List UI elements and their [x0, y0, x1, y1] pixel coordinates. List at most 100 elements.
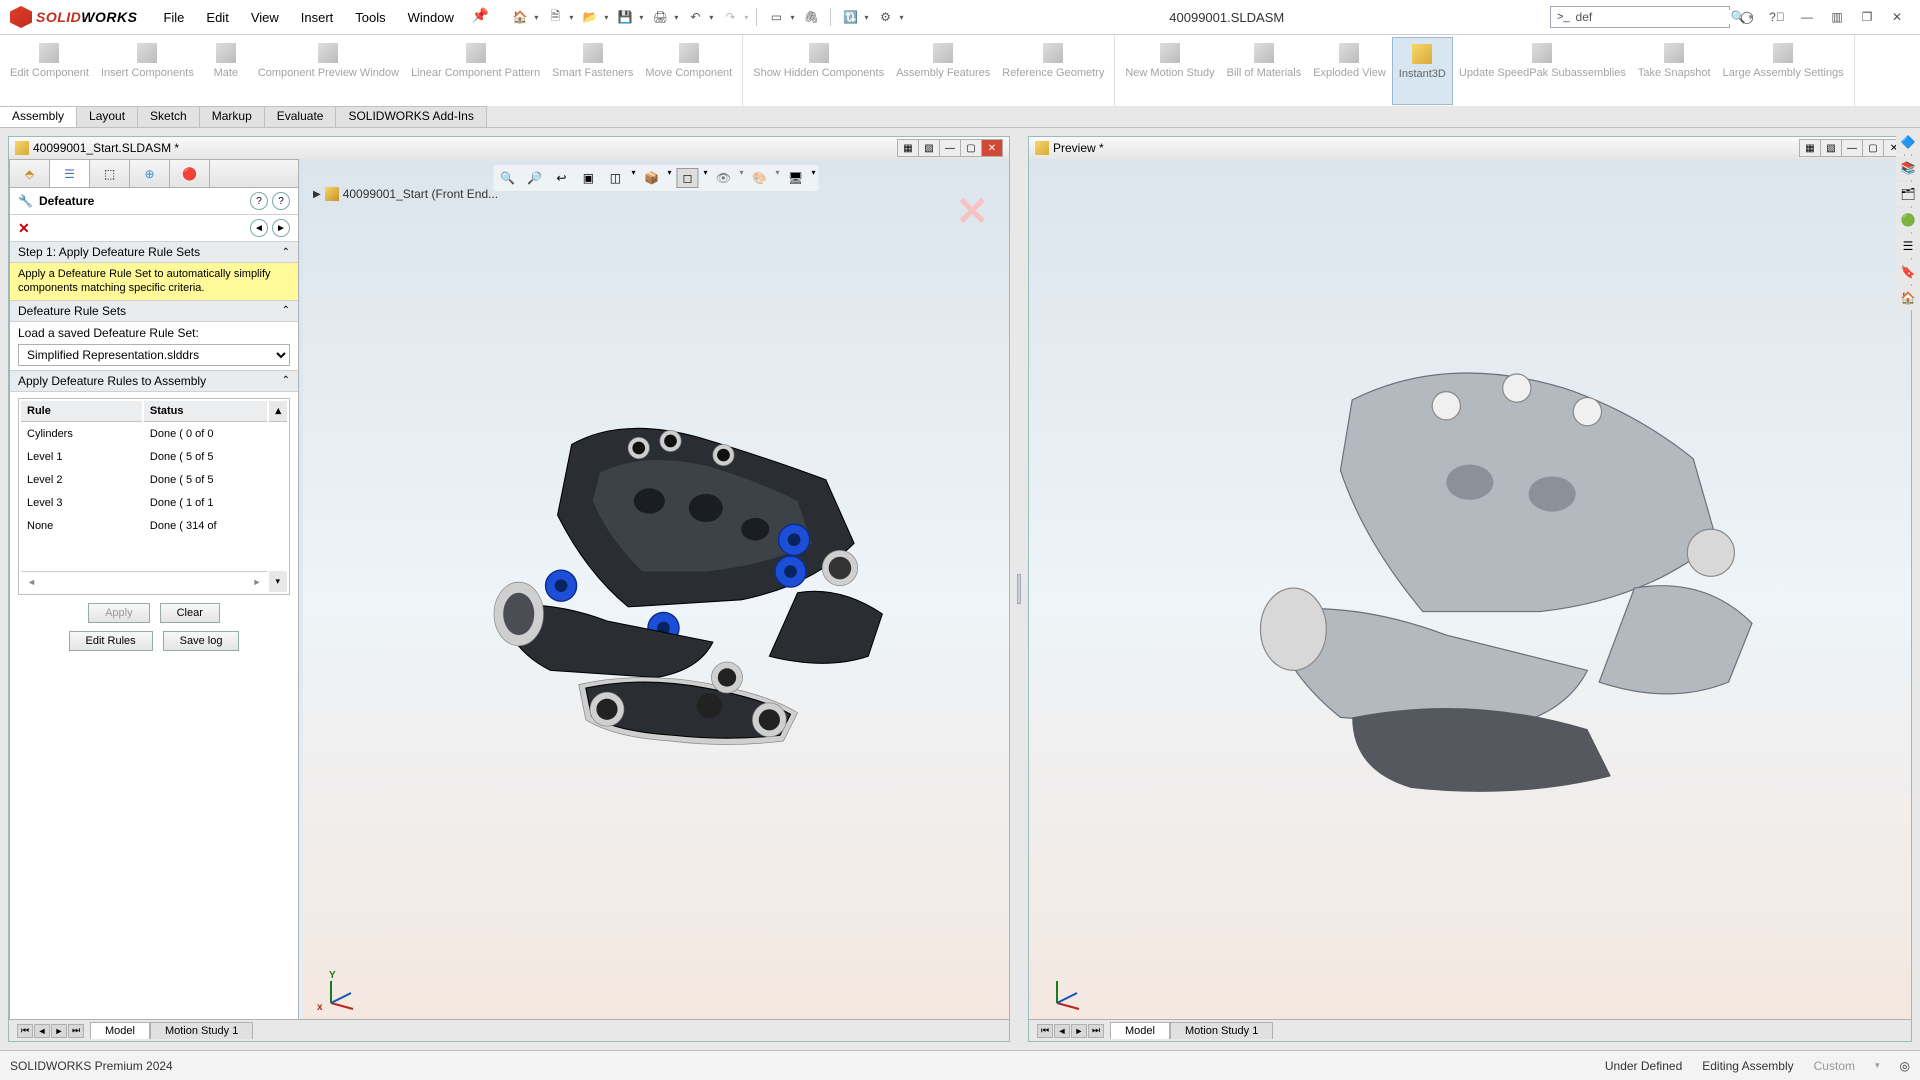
clear-button[interactable]: Clear [160, 603, 220, 623]
minimize-icon[interactable]: — [1794, 4, 1820, 30]
tp-view-palette-icon[interactable]: 🟢 [1896, 208, 1920, 232]
new-icon[interactable]: 🗎 [544, 6, 566, 28]
step-header[interactable]: Step 1: Apply Defeature Rule Sets⌃ [10, 241, 298, 263]
ruleset-select[interactable]: Simplified Representation.slddrs [18, 344, 290, 366]
status-units[interactable]: Custom [1814, 1059, 1855, 1073]
main-window-titlebar[interactable]: 40099001_Start.SLDASM * ▦ ▧ — ▢ ✕ [9, 137, 1009, 159]
options-icon[interactable]: ⚙ [874, 6, 896, 28]
bt-next-icon[interactable]: ► [51, 1024, 67, 1038]
open-icon[interactable]: 📂 [579, 6, 601, 28]
clip-icon[interactable]: 🖇 [800, 6, 822, 28]
redo-icon[interactable]: ↷ [719, 6, 741, 28]
cmd-take-snapshot[interactable]: Take Snapshot [1632, 37, 1717, 105]
push-pin-icon[interactable]: 📌 [472, 7, 489, 28]
tab-addins[interactable]: SOLIDWORKS Add-Ins [336, 106, 486, 127]
tp-appearances-icon[interactable]: ☰ [1896, 234, 1920, 258]
preview-tab-motion[interactable]: Motion Study 1 [1170, 1022, 1273, 1039]
hscroll-left-icon[interactable]: ◄ [27, 577, 36, 587]
pv-arrange-icon[interactable]: ▦ [1799, 139, 1821, 157]
home-icon[interactable]: 🏠 [509, 6, 531, 28]
pv-min-icon[interactable]: — [1841, 139, 1863, 157]
menu-view[interactable]: View [241, 7, 289, 28]
tile-h-icon[interactable]: ▥ [1824, 4, 1850, 30]
tab-layout[interactable]: Layout [77, 106, 138, 127]
pv-max-icon[interactable]: ▢ [1862, 139, 1884, 157]
win-min-icon[interactable]: — [939, 139, 961, 157]
bt-first-icon[interactable]: ⏮ [17, 1024, 33, 1038]
next-step-icon[interactable]: ► [272, 219, 290, 237]
pbt-prev-icon[interactable]: ◄ [1054, 1024, 1070, 1038]
prev-step-icon[interactable]: ◄ [250, 219, 268, 237]
command-search[interactable]: >_ 🔍 ▾ [1550, 6, 1730, 28]
select-icon[interactable]: ▭ [765, 6, 787, 28]
menu-insert[interactable]: Insert [291, 7, 344, 28]
panel-help-icon[interactable]: ? [272, 192, 290, 210]
cmd-move-component[interactable]: Move Component [639, 37, 738, 105]
col-status[interactable]: Status [144, 401, 268, 422]
preview-viewport[interactable] [1029, 159, 1911, 1041]
preview-tab-model[interactable]: Model [1110, 1022, 1170, 1039]
cmd-component-preview[interactable]: Component Preview Window [252, 37, 405, 105]
preview-render[interactable] [1029, 159, 1911, 1041]
cmd-edit-component[interactable]: Edit Component [4, 37, 95, 105]
undo-icon[interactable]: ↶ [684, 6, 706, 28]
cmd-reference-geometry[interactable]: Reference Geometry [996, 37, 1110, 105]
table-scroll-up-icon[interactable]: ▴ [269, 401, 287, 422]
menu-window[interactable]: Window [398, 7, 464, 28]
status-isolate-icon[interactable]: ◎ [1900, 1059, 1910, 1073]
cmd-new-motion-study[interactable]: New Motion Study [1119, 37, 1220, 105]
pbt-last-icon[interactable]: ⏭ [1088, 1024, 1104, 1038]
col-rule[interactable]: Rule [21, 401, 142, 422]
main-viewport[interactable]: ▶ 40099001_Start (Front End... ✕ 🔍 🔎 ↩ ▣… [303, 159, 1009, 1041]
cmd-assembly-features[interactable]: Assembly Features [890, 37, 996, 105]
cmd-exploded-view[interactable]: Exploded View [1307, 37, 1392, 105]
win-max-icon[interactable]: ▢ [960, 139, 982, 157]
cmd-large-assembly[interactable]: Large Assembly Settings [1717, 37, 1850, 105]
bottom-tab-model[interactable]: Model [90, 1022, 150, 1039]
rebuild-icon[interactable]: 🔃 [839, 6, 861, 28]
hscroll-right-icon[interactable]: ► [253, 577, 262, 587]
cancel-icon[interactable]: ✕ [18, 220, 30, 237]
search-input[interactable] [1576, 10, 1731, 24]
fm-tab-prop[interactable]: ☰ [50, 160, 90, 187]
model-render[interactable] [303, 159, 1009, 1041]
tab-assembly[interactable]: Assembly [0, 106, 77, 127]
tp-file-explorer-icon[interactable]: 🗂 [1896, 182, 1920, 206]
fm-tab-dim[interactable]: ⊕ [130, 160, 170, 187]
win-close-icon[interactable]: ✕ [981, 139, 1003, 157]
tab-evaluate[interactable]: Evaluate [265, 106, 337, 127]
help-icon[interactable]: ?⃝ [1764, 4, 1790, 30]
tp-resources-icon[interactable]: 🔷 [1896, 130, 1920, 154]
menu-file[interactable]: File [153, 7, 194, 28]
close-icon[interactable]: ✕ [1884, 4, 1910, 30]
pbt-first-icon[interactable]: ⏮ [1037, 1024, 1053, 1038]
tab-sketch[interactable]: Sketch [138, 106, 200, 127]
cmd-mate[interactable]: Mate [200, 37, 252, 105]
fm-tab-tree[interactable]: ⬘ [10, 160, 50, 187]
apply-header[interactable]: Apply Defeature Rules to Assembly⌃ [10, 370, 298, 392]
menu-tools[interactable]: Tools [345, 7, 395, 28]
cmd-update-speedpak[interactable]: Update SpeedPak Subassemblies [1453, 37, 1632, 105]
pbt-next-icon[interactable]: ► [1071, 1024, 1087, 1038]
cmd-show-hidden[interactable]: Show Hidden Components [747, 37, 890, 105]
preview-triad[interactable] [1049, 971, 1089, 1011]
restore-icon[interactable]: ❐ [1854, 4, 1880, 30]
splitter[interactable] [1016, 136, 1022, 1042]
cmd-linear-pattern[interactable]: Linear Component Pattern [405, 37, 546, 105]
panel-back-help-icon[interactable]: ? [250, 192, 268, 210]
win-newwin-icon[interactable]: ▧ [918, 139, 940, 157]
bt-last-icon[interactable]: ⏭ [68, 1024, 84, 1038]
save-log-button[interactable]: Save log [163, 631, 240, 651]
tp-design-library-icon[interactable]: 📚 [1896, 156, 1920, 180]
bt-prev-icon[interactable]: ◄ [34, 1024, 50, 1038]
units-drop-icon[interactable]: ▾ [1875, 1060, 1880, 1071]
menu-edit[interactable]: Edit [196, 7, 238, 28]
bottom-tab-motion[interactable]: Motion Study 1 [150, 1022, 253, 1039]
cmd-instant3d[interactable]: Instant3D [1392, 37, 1453, 105]
rulesets-header[interactable]: Defeature Rule Sets⌃ [10, 300, 298, 322]
tp-custom-props-icon[interactable]: 🔖 [1896, 260, 1920, 284]
tab-markup[interactable]: Markup [200, 106, 265, 127]
cmd-insert-components[interactable]: Insert Components [95, 37, 200, 105]
cmd-bom[interactable]: Bill of Materials [1221, 37, 1308, 105]
print-icon[interactable]: 🖨 [649, 6, 671, 28]
